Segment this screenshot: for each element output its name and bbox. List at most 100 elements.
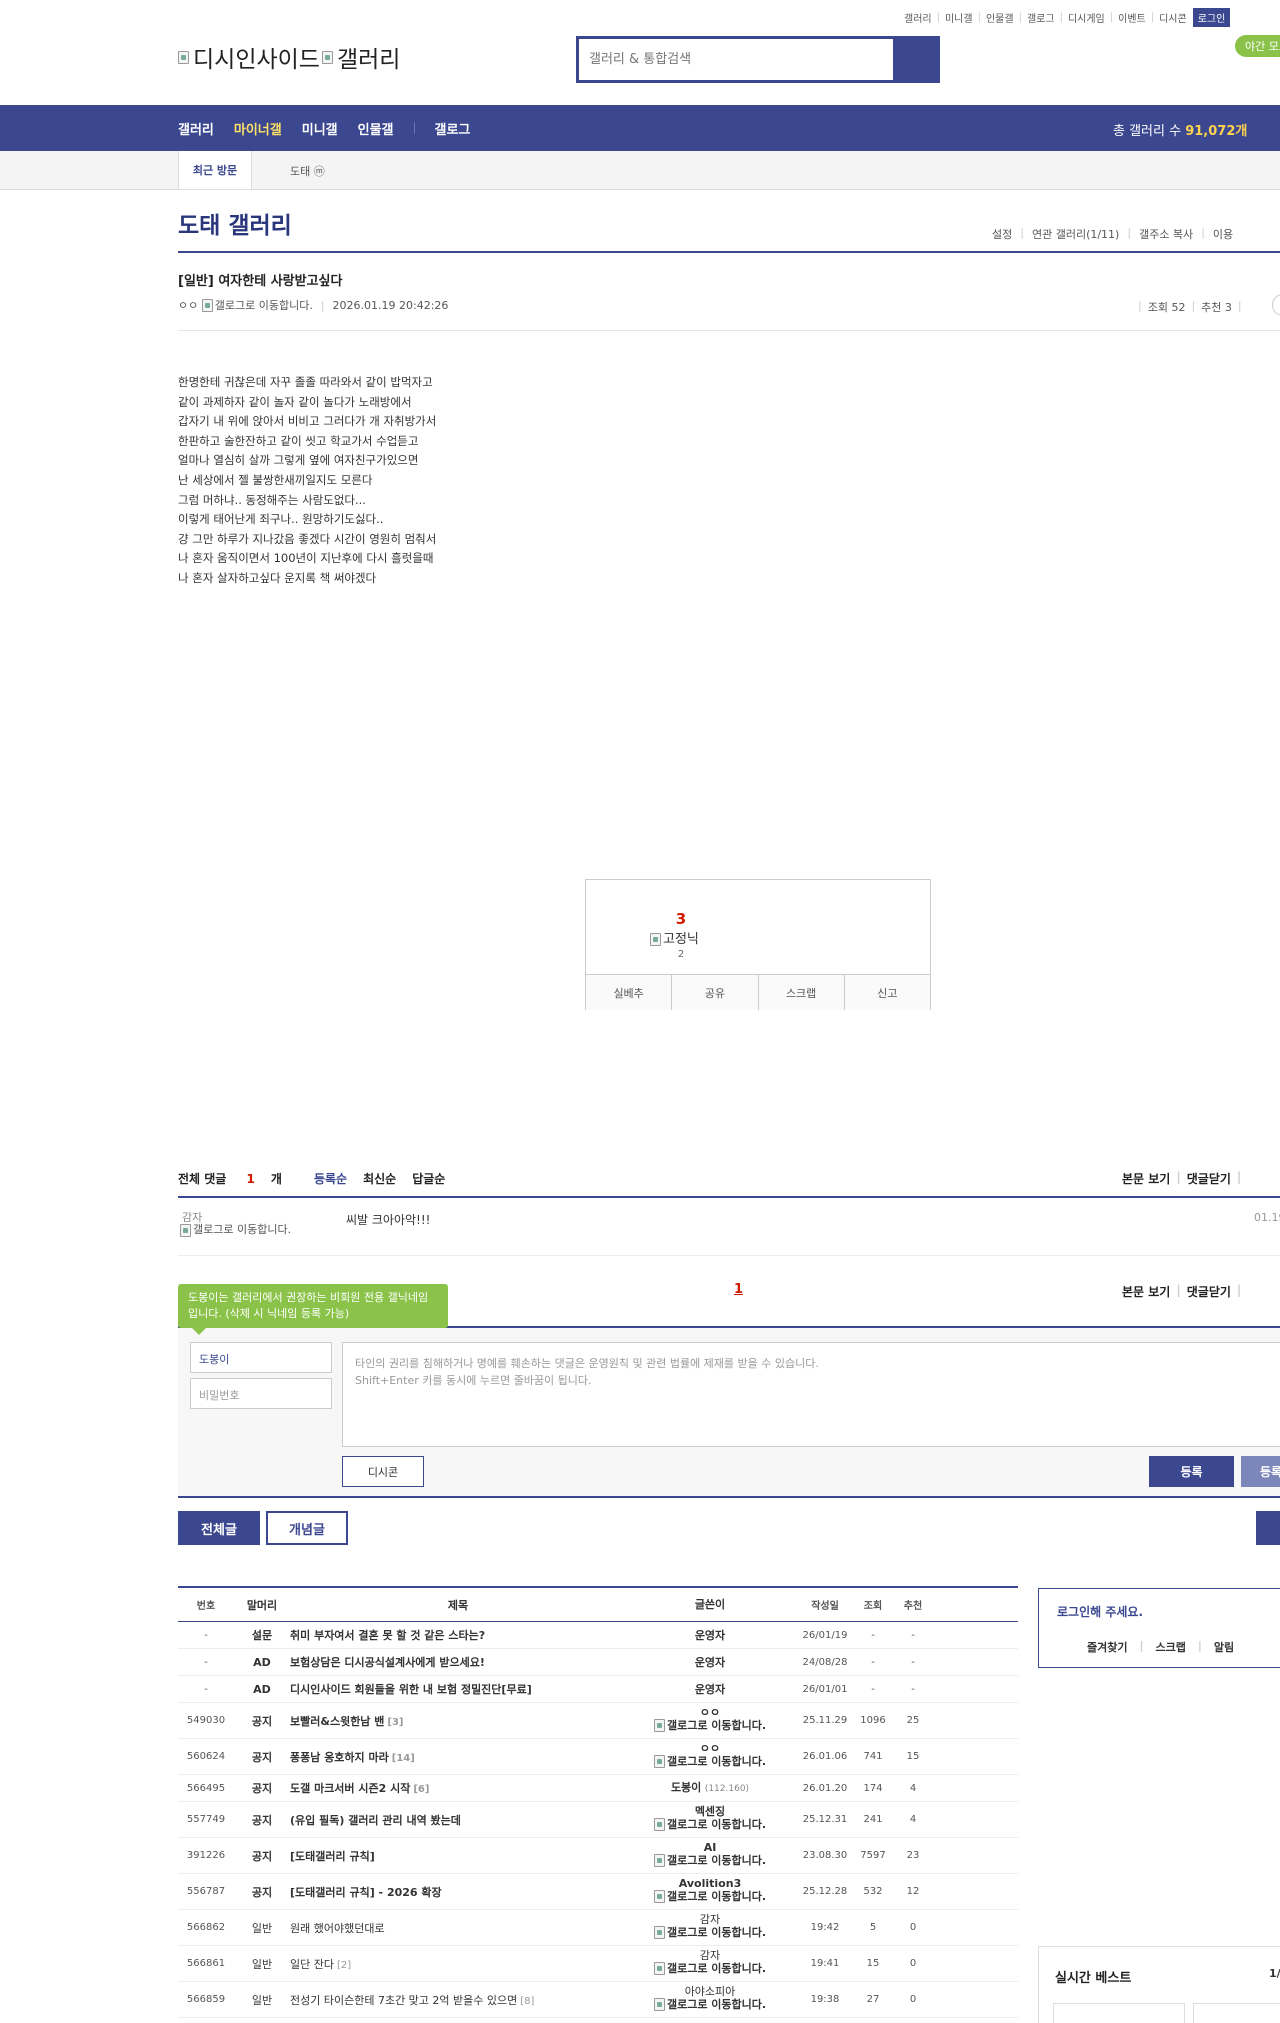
post-title-cell[interactable]: 보빨러&스윗한남 밴 [3] bbox=[290, 1713, 626, 1729]
post-title-link[interactable]: 디시인사이드 회원들을 위한 내 보험 정밀진단[무료] bbox=[290, 1683, 532, 1696]
nav-minor-gallery[interactable]: 마이너갤 bbox=[234, 119, 282, 138]
writer-nick[interactable]: 아야소피아 bbox=[626, 1985, 794, 1998]
writer-nick[interactable]: 감자 bbox=[626, 1949, 794, 1962]
search-input[interactable] bbox=[579, 39, 893, 80]
writer-nick[interactable]: AI bbox=[626, 1841, 794, 1854]
table-row[interactable]: 566495 공지 도갤 마크서버 시즌2 시작 [6] 도봉이 (112.160) 26… bbox=[178, 1775, 1018, 1802]
nav-gallery[interactable]: 갤러리 bbox=[178, 119, 214, 138]
post-title-cell[interactable]: (유입 필독) 갤러리 관리 내역 봤는데 bbox=[290, 1812, 626, 1828]
writer-gallog[interactable]: 갤로그로 이동합니다. bbox=[653, 1755, 766, 1768]
reply-count[interactable]: [6] bbox=[413, 1784, 429, 1795]
post-title-link[interactable]: 취미 부자여서 결혼 못 할 것 같은 스타는? bbox=[290, 1629, 485, 1642]
post-title-link[interactable]: 도갤 마크서버 시즌2 시작 bbox=[290, 1782, 410, 1795]
nickname-field[interactable]: 도봉이 bbox=[190, 1342, 332, 1373]
comment-count-icon[interactable] bbox=[1272, 294, 1280, 316]
recent-visits-label[interactable]: 최근 방문 bbox=[178, 151, 252, 189]
post-title-cell[interactable]: 전성기 타이슨한테 7초간 맞고 2억 받을수 있으면 [8] bbox=[290, 1992, 626, 2008]
table-row[interactable]: 557749 공지 (유입 필독) 갤러리 관리 내역 봤는데 멕센징 갤로그로 이동합… bbox=[178, 1802, 1018, 1838]
post-title-link[interactable]: [도태갤러리 규칙] bbox=[290, 1850, 375, 1863]
gallog-icon[interactable] bbox=[201, 298, 213, 312]
writer-nick[interactable]: 운영자 bbox=[695, 1683, 725, 1696]
submit-recommend-button[interactable]: 등록 bbox=[1241, 1456, 1280, 1487]
post-title-cell[interactable]: 일단 잔다 [2] bbox=[290, 1956, 626, 1972]
post-writer[interactable]: 운영자 bbox=[626, 1656, 794, 1669]
writer-gallog[interactable]: 갤로그로 이동합니다. bbox=[653, 1854, 766, 1867]
reply-count[interactable]: [3] bbox=[387, 1717, 403, 1728]
table-row[interactable]: 566861 일반 일단 잔다 [2] 감자 갤로그로 이동합니다. 19:41 15 0 bbox=[178, 1946, 1018, 1982]
password-field[interactable]: 비밀번호 bbox=[190, 1378, 332, 1409]
table-row[interactable]: 549030 공지 보빨러&스윗한남 밴 [3] ㅇㅇ 갤로그로 이동합니다. 25.11.… bbox=[178, 1703, 1018, 1739]
post-title-cell[interactable]: 도갤 마크서버 시즌2 시작 [6] bbox=[290, 1780, 626, 1796]
writer-nick[interactable]: ㅇㅇ bbox=[626, 1742, 794, 1755]
real-best-recommend-button[interactable]: 실베추 bbox=[586, 975, 673, 1010]
alarm-link[interactable]: 알림 bbox=[1214, 1639, 1234, 1655]
table-row[interactable]: 391226 공지 [도태갤러리 규칙] AI 갤로그로 이동합니다. 23.08.30 7… bbox=[178, 1838, 1018, 1874]
writer-gallog[interactable]: 갤로그로 이동합니다. bbox=[653, 1818, 766, 1831]
tab-best-posts[interactable]: 개념글 bbox=[266, 1511, 348, 1545]
post-title-link[interactable]: 보빨러&스윗한남 밴 bbox=[290, 1715, 384, 1728]
table-row[interactable]: 560624 공지 퐁퐁남 옹호하지 마라 [14] ㅇㅇ 갤로그로 이동합니다. 26.0… bbox=[178, 1739, 1018, 1775]
gallery-usage-link[interactable]: 이용 bbox=[1213, 226, 1233, 242]
recent-visit-item[interactable]: 도태 ⓜ bbox=[290, 163, 325, 179]
top-link-dccon[interactable]: 디시콘 bbox=[1159, 10, 1187, 25]
top-link-event[interactable]: 이벤트 bbox=[1118, 10, 1146, 25]
post-writer[interactable]: 감자 갤로그로 이동합니다. bbox=[626, 1949, 794, 1978]
writer-gallog[interactable]: 갤로그로 이동합니다. bbox=[653, 1962, 766, 1975]
post-title-cell[interactable]: 원래 했어야했던대로 bbox=[290, 1920, 626, 1936]
tab-all-posts[interactable]: 전체글 bbox=[178, 1511, 260, 1545]
night-mode-toggle[interactable]: 야간 모드 bbox=[1235, 35, 1280, 57]
post-writer[interactable]: 감자 갤로그로 이동합니다. bbox=[626, 1913, 794, 1942]
close-comments-button[interactable]: 댓글닫기 bbox=[1187, 1170, 1231, 1187]
post-title-cell[interactable]: 취미 부자여서 결혼 못 할 것 같은 스타는? bbox=[290, 1627, 626, 1643]
writer-gallog[interactable]: 갤로그로 이동합니다. bbox=[653, 1998, 766, 2011]
post-writer[interactable]: 멕센징 갤로그로 이동합니다. bbox=[626, 1805, 794, 1834]
share-button[interactable]: 공유 bbox=[672, 975, 759, 1010]
post-writer[interactable]: Avolition3 갤로그로 이동합니다. bbox=[626, 1877, 794, 1906]
writer-nick[interactable]: 운영자 bbox=[695, 1629, 725, 1642]
realtime-best-card[interactable] bbox=[1193, 2003, 1280, 2023]
submit-comment-button[interactable]: 등록 bbox=[1149, 1456, 1234, 1487]
writer-nick[interactable]: Avolition3 bbox=[626, 1877, 794, 1890]
realtime-best-card[interactable] bbox=[1053, 2003, 1185, 2023]
comment-textarea[interactable]: 타인의 권리를 침해하거나 명예를 훼손하는 댓글은 운영원칙 및 관련 법률에… bbox=[342, 1342, 1280, 1447]
close-comments-button-2[interactable]: 댓글닫기 bbox=[1187, 1283, 1231, 1300]
scrap-link[interactable]: 스크랩 bbox=[1156, 1639, 1186, 1655]
fixed-nick-recommend[interactable]: 고정닉 bbox=[650, 928, 699, 947]
post-writer[interactable]: 운영자 bbox=[626, 1683, 794, 1696]
gallery-title[interactable]: 도태 갤러리 bbox=[178, 206, 292, 240]
reply-count[interactable]: [8] bbox=[520, 1996, 534, 2007]
post-writer[interactable]: ㅇㅇ 갤로그로 이동합니다. bbox=[626, 1742, 794, 1771]
post-title-link[interactable]: 퐁퐁남 옹호하지 마라 bbox=[290, 1751, 389, 1764]
copy-gallery-address-link[interactable]: 갤주소 복사 bbox=[1139, 226, 1193, 242]
table-row[interactable]: 556787 공지 [도태갤러리 규칙] - 2026 확장 Avolition3 갤로… bbox=[178, 1874, 1018, 1910]
recommend-count[interactable]: 3 bbox=[586, 910, 776, 928]
post-title-link[interactable]: 일단 잔다 bbox=[290, 1958, 334, 1971]
post-title-cell[interactable]: 퐁퐁남 옹호하지 마라 [14] bbox=[290, 1749, 626, 1765]
post-title-cell[interactable]: [도태갤러리 규칙] - 2026 확장 bbox=[290, 1884, 626, 1900]
sort-registered[interactable]: 등록순 bbox=[314, 1170, 347, 1187]
sort-latest[interactable]: 최신순 bbox=[363, 1170, 396, 1187]
nav-gallog[interactable]: 갤로그 bbox=[435, 119, 471, 138]
reply-count[interactable]: [2] bbox=[337, 1960, 351, 1971]
writer-nick[interactable]: ㅇㅇ bbox=[626, 1706, 794, 1719]
login-prompt[interactable]: 로그인해 주세요. bbox=[1057, 1603, 1143, 1620]
search-button[interactable] bbox=[893, 39, 937, 80]
post-writer[interactable]: 도봉이 (112.160) bbox=[626, 1781, 794, 1796]
post-title-link[interactable]: [도태갤러리 규칙] - 2026 확장 bbox=[290, 1886, 442, 1899]
writer-nick[interactable]: 운영자 bbox=[695, 1656, 725, 1669]
table-row[interactable]: - AD 보험상담은 디시공식설계사에게 받으세요! 운영자 24/08/28 - - bbox=[178, 1649, 1018, 1676]
comment-gallog[interactable]: 갤로그로 이동합니다. bbox=[180, 1223, 310, 1237]
writer-gallog[interactable]: 갤로그로 이동합니다. bbox=[653, 1719, 766, 1732]
writer-gallog[interactable]: 갤로그로 이동합니다. bbox=[653, 1926, 766, 1939]
post-title-link[interactable]: 보험상담은 디시공식설계사에게 받으세요! bbox=[290, 1656, 485, 1669]
report-button[interactable]: 신고 bbox=[844, 975, 930, 1010]
reply-count[interactable]: [14] bbox=[392, 1753, 415, 1764]
site-logo[interactable]: 디시인사이드 갤러리 bbox=[178, 40, 400, 74]
scrap-button[interactable]: 스크랩 bbox=[758, 975, 845, 1010]
post-title-link[interactable]: (유입 필독) 갤러리 관리 내역 봤는데 bbox=[290, 1814, 461, 1827]
login-button[interactable]: 로그인 bbox=[1192, 8, 1231, 27]
top-link-minigall[interactable]: 미니갤 bbox=[945, 10, 973, 25]
post-author[interactable]: ㅇㅇ bbox=[178, 297, 198, 313]
post-title-link[interactable]: 전성기 타이슨한테 7초간 맞고 2억 받을수 있으면 bbox=[290, 1994, 517, 2007]
nav-mini-gallery[interactable]: 미니갤 bbox=[302, 119, 338, 138]
